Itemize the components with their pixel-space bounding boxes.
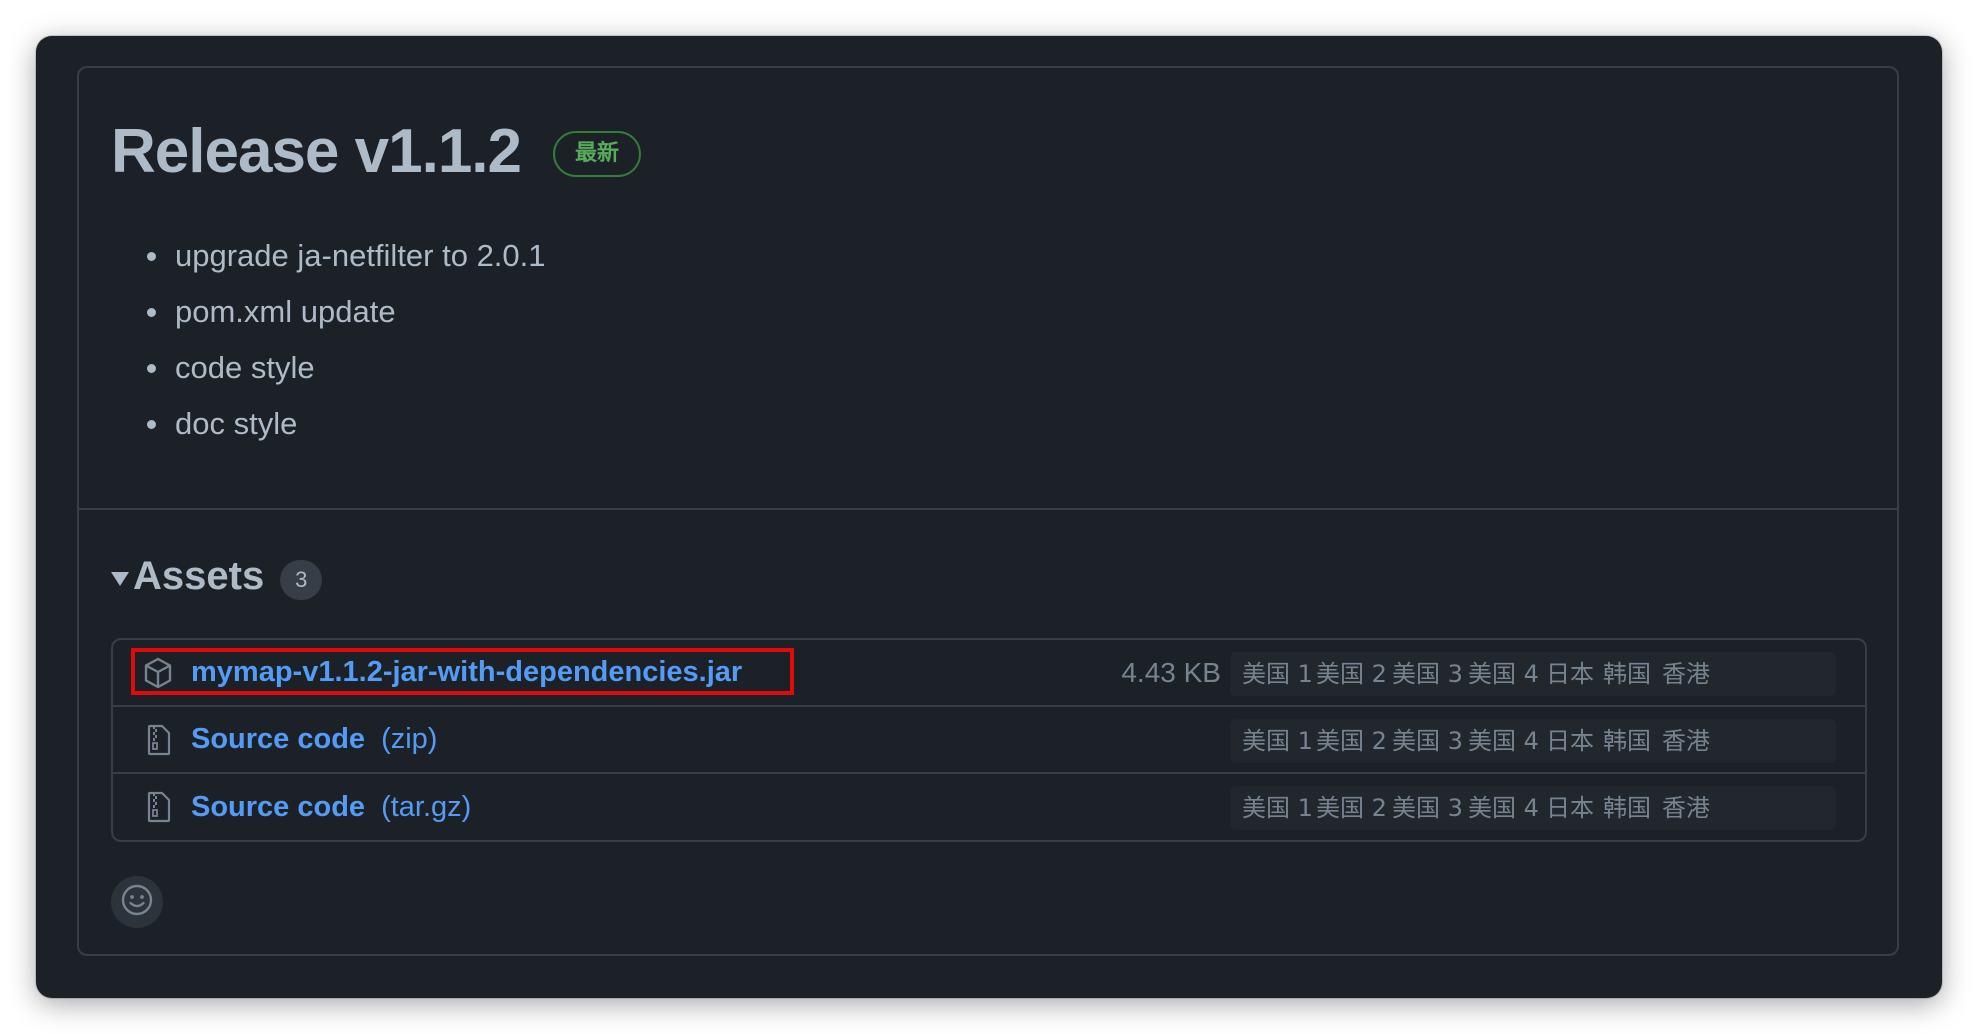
assets-title: Assets — [133, 553, 265, 598]
smiley-icon — [120, 883, 154, 922]
assets-toggle[interactable]: Assets 3 — [111, 552, 323, 600]
mirror-link-us2[interactable]: 美国 2 — [1316, 786, 1387, 830]
asset-name: Source code — [191, 791, 366, 823]
mirror-link-us1[interactable]: 美国 1 — [1242, 652, 1313, 696]
release-card: Release v1.1.2 最新 upgrade ja-netfilter t… — [77, 66, 1899, 956]
asset-name: Source code — [191, 723, 366, 755]
release-notes: upgrade ja-netfilter to 2.0.1 pom.xml up… — [147, 228, 546, 452]
mirror-link-us1[interactable]: 美国 1 — [1242, 719, 1313, 763]
mirror-link-us2[interactable]: 美国 2 — [1316, 719, 1387, 763]
mirror-link-hk[interactable]: 香港 — [1662, 786, 1710, 830]
mirror-link-us4[interactable]: 美国 4 — [1468, 719, 1539, 763]
mirror-link-hk[interactable]: 香港 — [1662, 652, 1710, 696]
add-reaction-button[interactable] — [111, 876, 163, 928]
mirror-link-us4[interactable]: 美国 4 — [1468, 786, 1539, 830]
asset-download-link[interactable]: mymap-v1.1.2-jar-with-dependencies.jar — [191, 640, 742, 705]
file-zip-icon — [143, 724, 173, 756]
source-code-zip-link[interactable]: Source code (zip) — [191, 707, 437, 772]
release-note-item: code style — [147, 340, 546, 396]
release-header: Release v1.1.2 最新 upgrade ja-netfilter t… — [79, 68, 1897, 510]
asset-extension: (tar.gz) — [381, 791, 472, 823]
asset-row: Source code (zip) 美国 1 美国 2 美国 3 美国 4 日本… — [113, 707, 1865, 774]
mirror-link-hk[interactable]: 香港 — [1662, 719, 1710, 763]
release-window: Release v1.1.2 最新 upgrade ja-netfilter t… — [36, 36, 1942, 998]
mirror-link-kr[interactable]: 韩国 — [1603, 652, 1651, 696]
mirror-link-us3[interactable]: 美国 3 — [1392, 786, 1463, 830]
mirror-group: 美国 1 美国 2 美国 3 美国 4 日本 韩国 香港 — [1230, 652, 1836, 696]
asset-row: Source code (tar.gz) 美国 1 美国 2 美国 3 美国 4… — [113, 774, 1865, 841]
release-note-item: upgrade ja-netfilter to 2.0.1 — [147, 228, 546, 284]
mirror-link-jp[interactable]: 日本 — [1546, 719, 1594, 763]
mirror-link-us1[interactable]: 美国 1 — [1242, 786, 1313, 830]
mirror-link-us2[interactable]: 美国 2 — [1316, 652, 1387, 696]
mirror-link-us3[interactable]: 美国 3 — [1392, 719, 1463, 763]
mirror-link-jp[interactable]: 日本 — [1546, 786, 1594, 830]
asset-extension: (zip) — [381, 723, 438, 755]
file-zip-icon — [143, 791, 173, 823]
mirror-link-us4[interactable]: 美国 4 — [1468, 652, 1539, 696]
release-note-item: doc style — [147, 396, 546, 452]
mirror-link-jp[interactable]: 日本 — [1546, 652, 1594, 696]
release-title[interactable]: Release v1.1.2 — [111, 116, 522, 188]
mirror-group: 美国 1 美国 2 美国 3 美国 4 日本 韩国 香港 — [1230, 786, 1836, 830]
source-code-targz-link[interactable]: Source code (tar.gz) — [191, 774, 471, 841]
assets-list: mymap-v1.1.2-jar-with-dependencies.jar 4… — [111, 638, 1867, 842]
caret-down-icon — [111, 572, 129, 586]
assets-count-badge: 3 — [280, 560, 323, 600]
asset-name: mymap-v1.1.2-jar-with-dependencies.jar — [191, 656, 743, 688]
mirror-group: 美国 1 美国 2 美国 3 美国 4 日本 韩国 香港 — [1230, 719, 1836, 763]
latest-badge: 最新 — [553, 131, 642, 177]
package-icon — [143, 657, 173, 689]
mirror-link-kr[interactable]: 韩国 — [1603, 719, 1651, 763]
asset-row: mymap-v1.1.2-jar-with-dependencies.jar 4… — [113, 640, 1865, 707]
mirror-link-kr[interactable]: 韩国 — [1603, 786, 1651, 830]
release-note-item: pom.xml update — [147, 284, 546, 340]
mirror-link-us3[interactable]: 美国 3 — [1392, 652, 1463, 696]
asset-size: 4.43 KB — [1121, 656, 1221, 688]
